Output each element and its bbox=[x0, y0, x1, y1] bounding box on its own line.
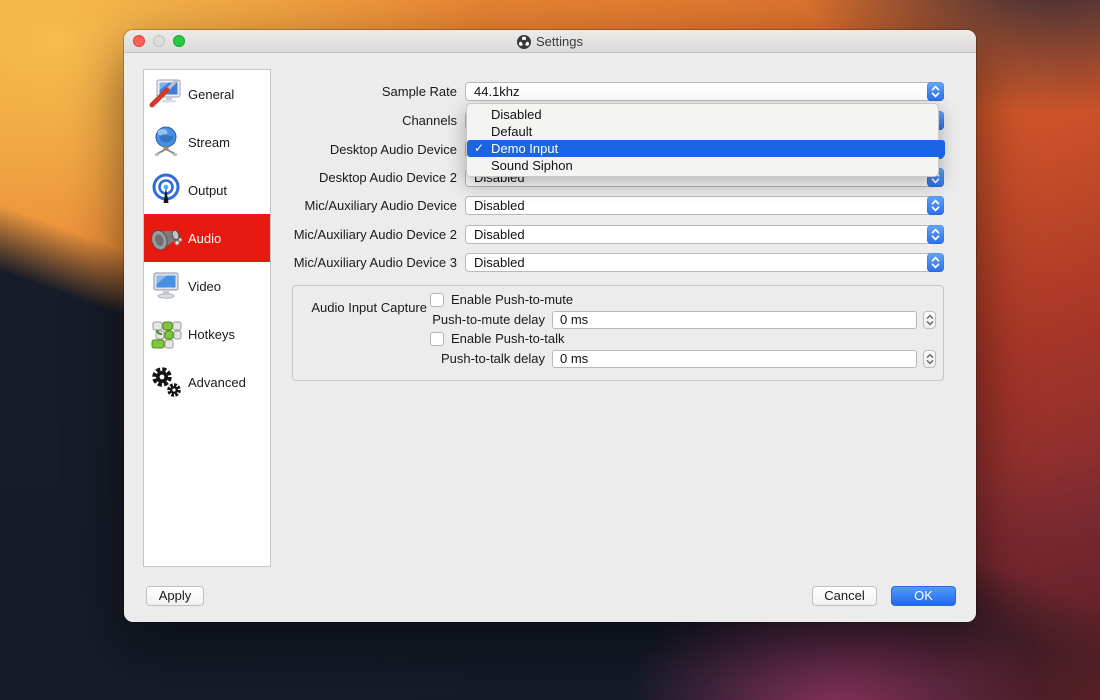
push-to-mute-delay-label: Push-to-mute delay bbox=[385, 311, 545, 329]
menu-item-disabled[interactable]: Disabled bbox=[467, 106, 938, 123]
sample-rate-label: Sample Rate bbox=[264, 82, 457, 101]
push-to-mute-delay-stepper[interactable] bbox=[923, 311, 936, 329]
combo-stepper-icon bbox=[927, 253, 944, 272]
checkmark-icon: ✓ bbox=[474, 140, 484, 157]
menu-item-sound-siphon[interactable]: Sound Siphon bbox=[467, 157, 938, 174]
apply-button[interactable]: Apply bbox=[146, 586, 204, 606]
general-icon bbox=[144, 76, 188, 112]
combo-value: Disabled bbox=[474, 197, 525, 214]
window-title: Settings bbox=[536, 34, 583, 49]
combo-value: Disabled bbox=[474, 226, 525, 243]
advanced-icon bbox=[144, 364, 188, 400]
sidebar-item-label: Stream bbox=[188, 135, 230, 150]
sidebar-item-general[interactable]: General bbox=[144, 70, 270, 118]
enable-push-to-mute-checkbox[interactable] bbox=[430, 293, 444, 307]
mic-aux-device-label: Mic/Auxiliary Audio Device bbox=[264, 196, 457, 215]
combo-stepper-icon bbox=[927, 196, 944, 215]
combo-stepper-icon bbox=[927, 225, 944, 244]
push-to-mute-delay-field[interactable]: 0 ms bbox=[552, 311, 917, 329]
push-to-talk-delay-label: Push-to-talk delay bbox=[385, 350, 545, 368]
enable-push-to-mute-label: Enable Push-to-mute bbox=[451, 292, 573, 308]
sidebar-item-label: Hotkeys bbox=[188, 327, 235, 342]
mic-aux-device-2-select[interactable]: Disabled bbox=[465, 225, 944, 244]
audio-icon bbox=[144, 220, 188, 256]
push-to-talk-delay-stepper[interactable] bbox=[923, 350, 936, 368]
sidebar-item-label: Output bbox=[188, 183, 227, 198]
obs-logo-icon bbox=[517, 35, 531, 49]
mic-aux-device-select[interactable]: Disabled bbox=[465, 196, 944, 215]
video-icon bbox=[144, 268, 188, 304]
mic-aux-device-3-label: Mic/Auxiliary Audio Device 3 bbox=[264, 253, 457, 272]
stream-icon bbox=[144, 124, 188, 160]
combo-value: Disabled bbox=[474, 254, 525, 271]
combo-value: 44.1khz bbox=[474, 83, 520, 100]
cancel-button[interactable]: Cancel bbox=[812, 586, 877, 606]
sidebar-item-label: General bbox=[188, 87, 234, 102]
sidebar-item-audio[interactable]: Audio bbox=[144, 214, 270, 262]
sidebar-item-output[interactable]: Output bbox=[144, 166, 270, 214]
titlebar[interactable]: Settings bbox=[124, 30, 976, 53]
combo-stepper-icon bbox=[927, 82, 944, 101]
menu-item-default[interactable]: Default bbox=[467, 123, 938, 140]
hotkeys-icon bbox=[144, 316, 188, 352]
settings-sidebar: General Stream bbox=[143, 69, 271, 567]
enable-push-to-talk-checkbox[interactable] bbox=[430, 332, 444, 346]
sidebar-item-hotkeys[interactable]: Hotkeys bbox=[144, 310, 270, 358]
mic-aux-device-2-label: Mic/Auxiliary Audio Device 2 bbox=[264, 225, 457, 244]
desktop-audio-device-label: Desktop Audio Device bbox=[264, 140, 457, 159]
mic-aux-device-3-select[interactable]: Disabled bbox=[465, 253, 944, 272]
channels-label: Channels bbox=[264, 111, 457, 130]
sample-rate-select[interactable]: 44.1khz bbox=[465, 82, 944, 101]
sidebar-item-label: Advanced bbox=[188, 375, 246, 390]
settings-content: General Stream bbox=[124, 53, 976, 622]
settings-window: Settings bbox=[124, 30, 976, 622]
push-to-talk-delay-field[interactable]: 0 ms bbox=[552, 350, 917, 368]
sidebar-item-label: Audio bbox=[188, 231, 221, 246]
sidebar-item-advanced[interactable]: Advanced bbox=[144, 358, 270, 406]
desktop-audio-device-2-label: Desktop Audio Device 2 bbox=[264, 168, 457, 187]
menu-item-demo-input[interactable]: ✓ Demo Input bbox=[467, 140, 945, 157]
desktop-wallpaper: Settings bbox=[0, 0, 1100, 700]
sidebar-item-label: Video bbox=[188, 279, 221, 294]
output-icon bbox=[144, 172, 188, 208]
sidebar-item-stream[interactable]: Stream bbox=[144, 118, 270, 166]
enable-push-to-talk-label: Enable Push-to-talk bbox=[451, 331, 564, 347]
audio-device-dropdown-menu: Disabled Default ✓ Demo Input Sound Siph… bbox=[466, 103, 939, 177]
title-area: Settings bbox=[124, 30, 976, 53]
ok-button[interactable]: OK bbox=[891, 586, 956, 606]
